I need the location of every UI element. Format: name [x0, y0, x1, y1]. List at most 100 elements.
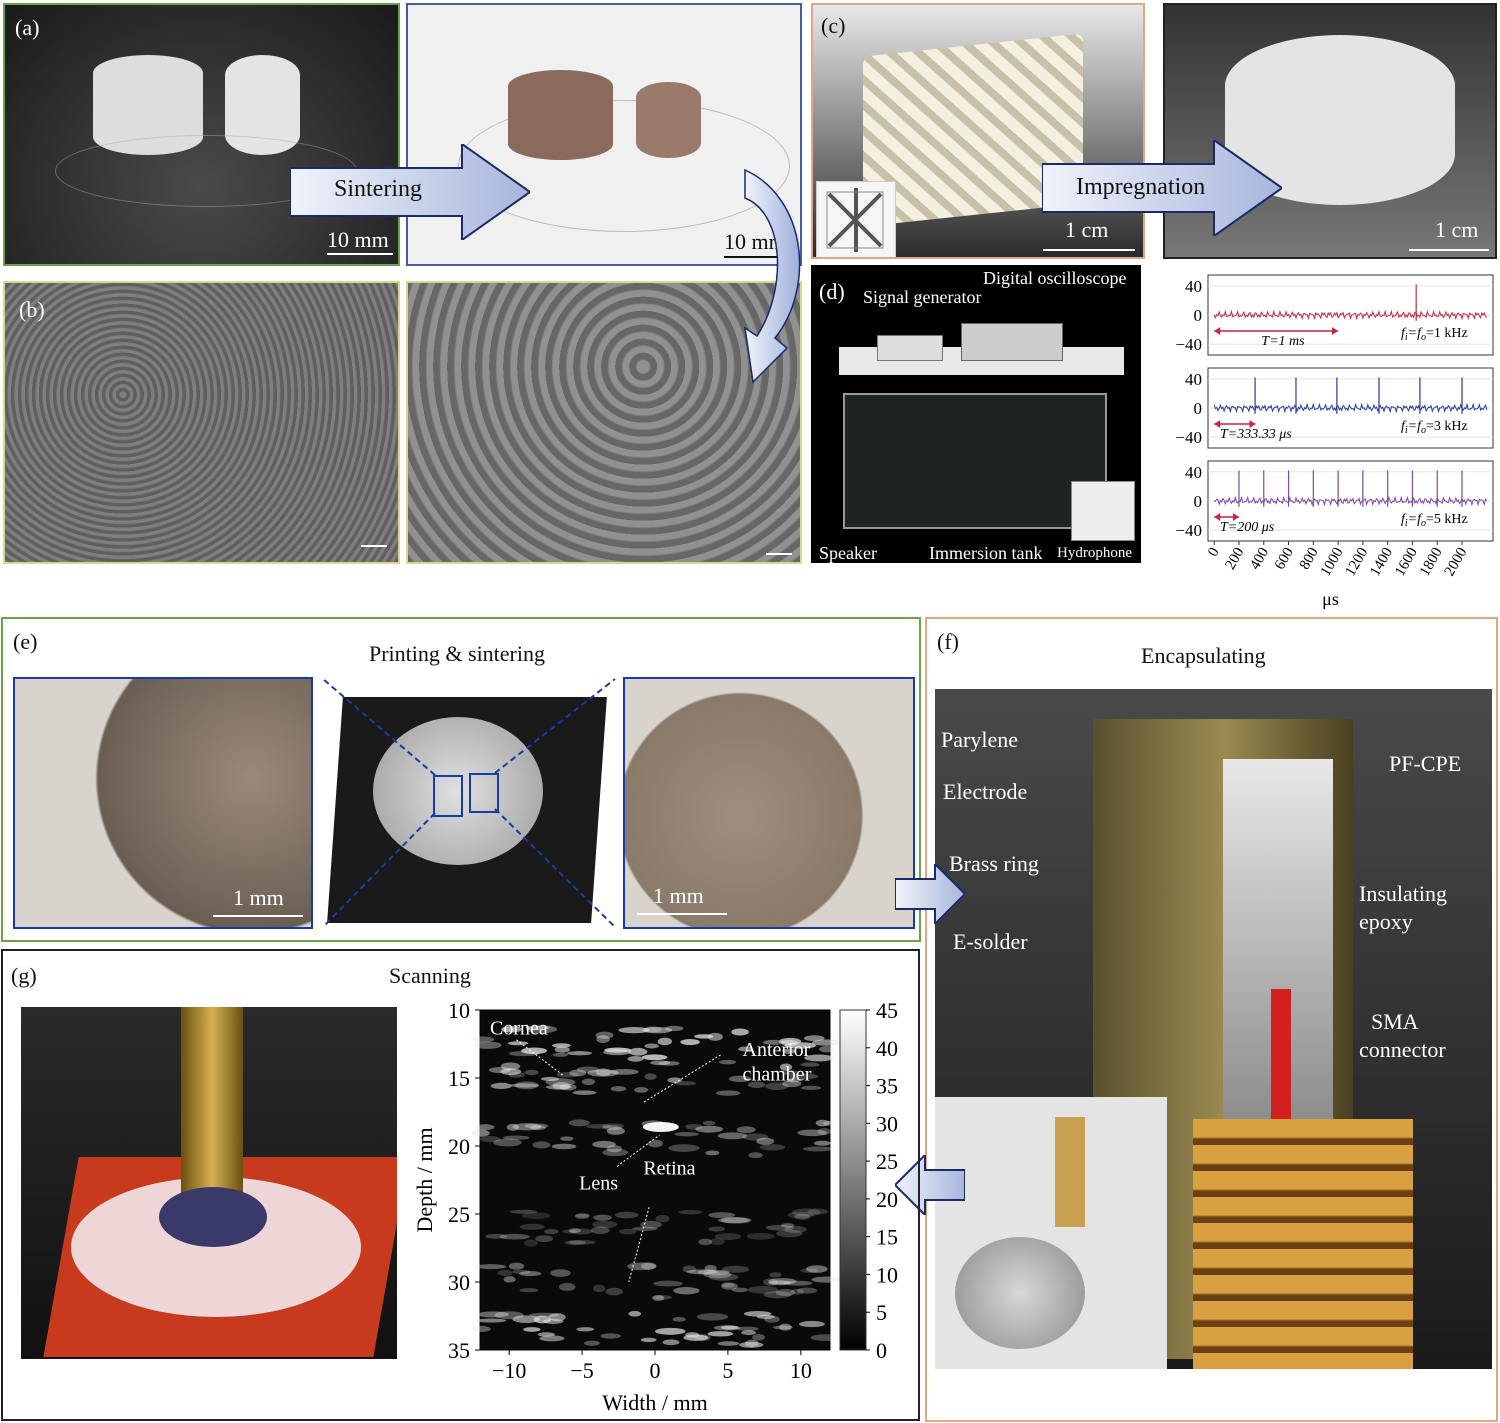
curved-arrow: [735, 168, 815, 392]
x-axis-label: μs: [1322, 589, 1339, 609]
parylene-label: Parylene: [941, 727, 1018, 752]
panel-label-c: (c): [821, 13, 846, 38]
speckle: [736, 1126, 756, 1134]
speckle: [707, 1331, 734, 1337]
x-tick-label: 1000: [1318, 545, 1347, 579]
speckle: [776, 1229, 803, 1238]
oscilloscope-label: Digital oscilloscope: [983, 268, 1127, 288]
speckle: [717, 1217, 750, 1224]
x-tick-label: 1400: [1367, 545, 1396, 579]
retina-label: Retina: [643, 1158, 695, 1180]
scale-bar-e-left: [213, 915, 303, 917]
panel-f-title: Encapsulating: [1141, 643, 1266, 668]
immersion-tank-body: [843, 393, 1107, 529]
panel-e-title: Printing & sintering: [369, 641, 545, 666]
speckle: [719, 1059, 736, 1065]
photo-inset: [935, 1097, 1167, 1369]
frequency-label: fi=fo=1 kHz: [1401, 326, 1468, 343]
speckle: [524, 1239, 538, 1247]
anterior-label: Anterior: [743, 1039, 811, 1061]
y-tick-label: −40: [1175, 428, 1202, 447]
speckle: [682, 1265, 697, 1273]
speckle: [644, 1043, 659, 1049]
speckle: [664, 1025, 684, 1032]
speckle: [595, 1031, 614, 1039]
connector-label: connector: [1359, 1037, 1446, 1062]
speckle: [471, 1129, 490, 1137]
x-tick-label: 2000: [1442, 545, 1471, 579]
colorbar-tick-label: 45: [876, 998, 898, 1023]
panel-label-d: (d): [819, 279, 845, 304]
sma-label: SMA: [1371, 1009, 1419, 1034]
speckle: [537, 1332, 555, 1337]
x-tick-label: 1800: [1417, 545, 1446, 579]
y-axis-label: Depth / mm: [412, 1127, 437, 1232]
speckle: [703, 1270, 732, 1279]
x-tick-label: 0: [650, 1358, 661, 1383]
speckle: [523, 1327, 541, 1332]
zoom-box-right: [469, 773, 499, 813]
speckle: [600, 1333, 621, 1339]
frequency-label: fi=fo=3 kHz: [1401, 419, 1468, 436]
speckle: [512, 1123, 542, 1131]
speckle: [798, 1320, 825, 1328]
panel-e: (e) Printing & sintering 1 mm 1 mm: [1, 617, 921, 942]
speckle: [744, 1339, 759, 1347]
x-tick-label: 800: [1297, 545, 1322, 572]
hydrophone-inset: [1071, 481, 1135, 541]
colorbar-tick-label: 10: [876, 1262, 898, 1287]
speckle: [780, 1223, 795, 1228]
speckle: [810, 1334, 841, 1342]
y-tick-label: 30: [448, 1270, 470, 1295]
sintering-label: Sintering: [334, 176, 422, 202]
speckle: [678, 1209, 703, 1215]
arrow-e-to-f: [894, 861, 967, 927]
speckle: [819, 1045, 835, 1053]
speckle: [721, 1282, 735, 1288]
unit-cell-inset: [816, 181, 896, 257]
scale-bar-c-left: [1043, 249, 1135, 251]
speckle: [764, 1315, 780, 1323]
speckle: [811, 1039, 842, 1046]
colorbar-tick-label: 40: [876, 1036, 898, 1061]
speckle: [545, 1084, 572, 1090]
speckle: [535, 1235, 554, 1243]
speckle: [634, 1086, 649, 1093]
frequency-label: fi=fo=5 kHz: [1401, 512, 1468, 529]
thread-rings: [1193, 1119, 1413, 1369]
speckle: [717, 1132, 748, 1140]
y-tick-label: 15: [448, 1066, 470, 1091]
y-tick-label: 10: [448, 998, 470, 1023]
cornea-label: Cornea: [490, 1017, 548, 1039]
impregnation-arrow: Impregnation: [1041, 138, 1284, 238]
speckle: [471, 1325, 491, 1333]
speckle: [628, 1310, 642, 1317]
speckle: [519, 1288, 539, 1293]
speckle: [605, 1287, 623, 1296]
speckle: [796, 1287, 817, 1294]
speckle: [800, 1085, 822, 1091]
speckle: [685, 1332, 700, 1338]
sem-texture: [5, 283, 398, 562]
speckle: [512, 1269, 531, 1275]
speckle: [654, 1327, 686, 1335]
speckle: [551, 1143, 577, 1150]
scale-bar-c-right: [1409, 249, 1489, 251]
speckle: [702, 1120, 716, 1126]
speckle: [746, 1232, 775, 1240]
speckle: [568, 1119, 590, 1127]
colorbar-tick-label: 30: [876, 1111, 898, 1136]
panel-d-chart: 400−40 T=1 msfi=fo=1 kHz400−40 T=333.33 μs…: [1175, 274, 1494, 609]
speckle: [741, 1330, 756, 1336]
speckle: [494, 1311, 524, 1320]
speckle: [708, 1212, 736, 1219]
scale-bar-e-right: [637, 913, 727, 915]
electrode-label: Electrode: [943, 779, 1028, 804]
y-tick-label: 40: [1185, 463, 1202, 482]
period-label: T=200 μs: [1220, 520, 1275, 535]
speckle: [807, 1208, 829, 1215]
speckle: [509, 1209, 538, 1214]
speckle: [717, 1341, 740, 1346]
y-tick-label: 20: [448, 1134, 470, 1159]
speckle: [619, 1228, 637, 1235]
